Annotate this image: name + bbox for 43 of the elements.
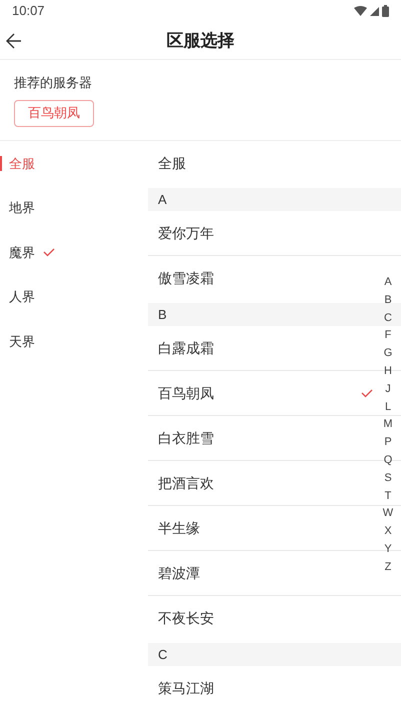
server-item[interactable]: 百鸟朝凤	[158, 382, 214, 404]
server-item[interactable]: 白露成霜	[158, 338, 214, 358]
index-letter[interactable]: Y	[380, 540, 396, 559]
server-item[interactable]: 把酒言欢	[158, 472, 214, 494]
server-item[interactable]: 不夜长安	[158, 608, 214, 629]
index-letter[interactable]: J	[380, 380, 396, 399]
index-letter[interactable]: W	[380, 505, 396, 524]
index-letter[interactable]: P	[380, 434, 396, 452]
index-letter[interactable]: M	[380, 416, 396, 434]
status-time: 10:07	[12, 2, 45, 20]
category-item[interactable]: 魔界	[9, 242, 35, 262]
index-letter[interactable]: F	[380, 327, 396, 346]
signal-icon	[370, 6, 379, 16]
server-chip[interactable]: 百鸟朝凤	[14, 100, 94, 126]
battery-icon	[382, 5, 389, 17]
server-item[interactable]: 半生缘	[158, 518, 200, 538]
index-letter[interactable]: X	[380, 523, 396, 541]
server-item[interactable]: 碧波潭	[158, 562, 200, 584]
server-item[interactable]: 爱你万年	[158, 222, 214, 244]
category-item[interactable]: 天界	[9, 332, 35, 352]
category-item[interactable]: 人界	[9, 287, 35, 307]
index-letter[interactable]: L	[380, 398, 396, 416]
index-letter[interactable]: H	[380, 362, 396, 381]
server-item[interactable]: 傲雪凌霜	[158, 268, 214, 289]
index-letter[interactable]: S	[380, 470, 396, 488]
category-item[interactable]: 地界	[9, 198, 35, 218]
index-letter[interactable]: Z	[380, 558, 396, 577]
section-label: 推荐的服务器	[14, 74, 93, 92]
server-item[interactable]: 白衣胜雪	[158, 428, 214, 448]
server-item[interactable]: 策马江湖	[158, 678, 214, 699]
page-title: 区服选择	[166, 30, 234, 52]
index-letter[interactable]: T	[380, 488, 396, 506]
index-letter[interactable]: A	[380, 274, 396, 292]
index-letter[interactable]: C	[380, 310, 396, 328]
index-letter[interactable]: B	[380, 292, 396, 310]
index-letter[interactable]: Q	[380, 452, 396, 470]
section-header: A	[148, 188, 401, 211]
section-header: C	[148, 643, 401, 666]
wifi-icon	[354, 6, 367, 16]
back-icon[interactable]	[6, 33, 22, 49]
category-item[interactable]: 全服	[9, 154, 35, 174]
server-item[interactable]: 全服	[158, 153, 186, 174]
index-letter[interactable]: G	[380, 345, 396, 363]
